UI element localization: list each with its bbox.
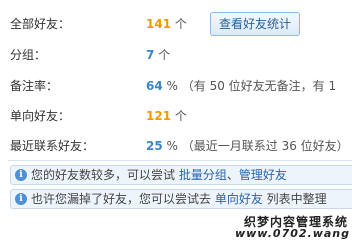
stat-label-one-way: 单向好友： [10,109,71,123]
one-way-friends-link[interactable]: 单向好友 [215,192,263,206]
tip-separator: 、 [226,168,239,182]
stat-value-recent: 25 [146,139,163,153]
stat-unit-recent: % [166,139,178,153]
stat-unit-note-rate: % [166,79,178,93]
tip-text: 也许您漏掉了好友，您可以尝试去 [31,192,215,206]
stat-unit-one-way: 个 [174,109,187,123]
tip-text: 您的好友数较多，可以尝试 [31,168,179,182]
stat-label-groups: 分组： [10,48,47,62]
stat-label-note-rate: 备注率： [10,79,59,93]
view-friend-stats-button[interactable]: 查看好友统计 [210,12,300,36]
stat-value-total: 141 [146,17,172,31]
stat-label-recent: 最近联系好友： [10,139,95,153]
section-divider [8,160,352,161]
manage-friends-link[interactable]: 管理好友 [239,168,287,182]
info-icon: i [15,169,27,181]
tip-batch-manage: i 您的好友数较多，可以尝试 批量分组、管理好友 [10,165,352,185]
stat-value-groups: 7 [146,48,155,62]
watermark-url: www.0702.wang [234,227,350,240]
site-watermark: 织梦内容管理系统 www.0702.wang [232,213,352,243]
batch-group-link[interactable]: 批量分组 [179,168,227,182]
stat-value-one-way: 121 [146,109,172,123]
stat-label-total: 全部好友： [10,17,71,31]
stat-detail-note-rate: （有 50 位好友无备注，有 1 [181,79,337,93]
stat-detail-recent: （最近一月联系过 36 位好友） [181,139,349,153]
info-icon: i [15,193,27,205]
stat-unit-groups: 个 [158,48,171,62]
tip-text-suffix: 列表中整理 [262,192,327,206]
stat-value-note-rate: 64 [146,79,163,93]
stat-unit-total: 个 [174,17,187,31]
tip-one-way: i 也许您漏掉了好友，您可以尝试去 单向好友 列表中整理 [10,189,352,209]
